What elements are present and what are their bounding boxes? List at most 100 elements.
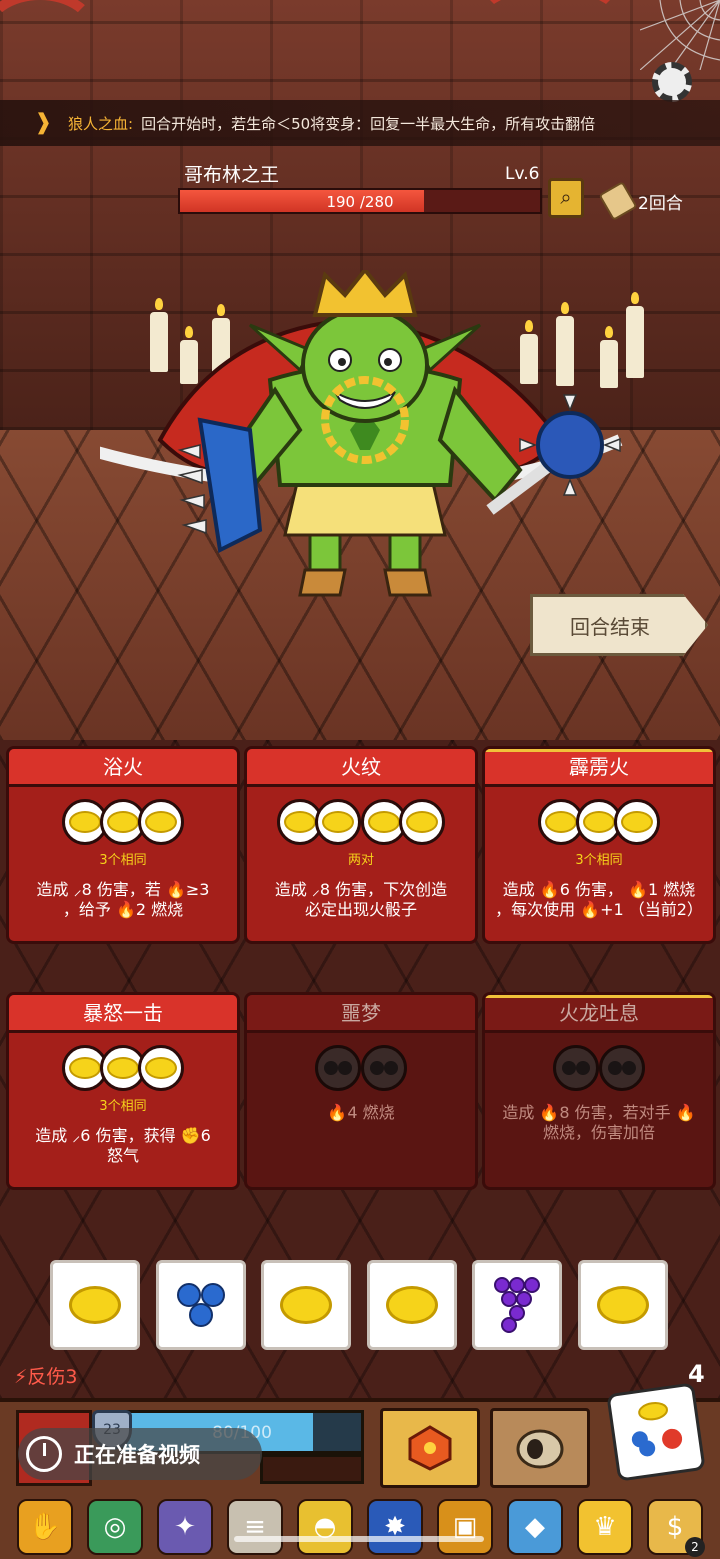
claw-glove-icon[interactable]: ✦ [157,1498,213,1555]
dice-slot[interactable] [315,1045,361,1091]
dice-slot-row [9,799,237,845]
skill-card[interactable]: 火龙吐息 造成 🔥8 伤害，若对手 🔥 燃烧，伤害加倍 [482,992,716,1190]
fire-dice-item-slot[interactable] [380,1408,480,1488]
skill-effect-line2: ，每次使用 🔥+1 （当前2） [495,900,703,919]
lemon-icon [406,811,438,833]
lemon-icon [107,1057,139,1079]
lemon-icon [145,1057,177,1079]
skill-effect-line1: 造成 ⸝8 伤害，若 🔥≥3 [36,880,210,899]
skill-card-title: 暴怒一击 [9,995,237,1033]
grape-icon [494,1277,541,1333]
dice-slot[interactable] [138,799,184,845]
ice-gem-icon[interactable]: ◆ [507,1498,563,1555]
dice-slot[interactable] [361,1045,407,1091]
die-lemon[interactable] [261,1260,352,1350]
lemon-icon [284,811,316,833]
skill-effect-line1: 🔥4 燃烧 [327,1103,395,1122]
skill-effect-line1: 造成 🔥8 伤害，若对手 🔥 [502,1103,696,1122]
dice-slot-row [485,1045,713,1091]
end-turn-button[interactable]: 回合结束 [530,594,708,656]
lemon-icon [107,811,139,833]
pot-icon [516,1429,564,1469]
skill-card-title: 火龙吐息 [485,995,713,1033]
relic-bar: ✋ ◎ ✦ ≡ ◓ ✸ ▣ ◆ ♛ $2 [0,1494,720,1559]
lemon-icon [69,811,101,833]
lemon-icon [545,811,577,833]
battle-scene: ❱ 狼人之血: 回合开始时，若生命＜50将变身：回复一半最大生命，所有攻击翻倍 … [0,0,720,740]
coin-bag-icon[interactable]: $2 [647,1498,705,1557]
lemon-icon [583,811,615,833]
status-effect-name: 狼人之血: [68,114,134,133]
enemy-name: 哥布林之王 [184,164,280,186]
skill-card[interactable]: 噩梦 🔥4 燃烧 [244,992,478,1190]
lemon-icon [69,1286,121,1324]
video-preparing-label: 正在准备视频 [74,1443,200,1467]
skill-card-title: 火纹 [247,749,475,787]
lemon-icon [621,811,653,833]
clock-icon [26,1436,62,1472]
empty-slot-icon [324,1061,338,1075]
skill-card-title: 霹雳火 [485,749,713,787]
skill-effect-line1: 造成 ⸝6 伤害，获得 ✊6 [35,1126,211,1145]
skill-card-title: 噩梦 [247,995,475,1033]
skill-card[interactable]: 霹雳火 3个相同 造成 🔥6 伤害， 🔥1 燃烧 ，每次使用 🔥+1 （当前2） [482,746,716,944]
fang-icon: ❱ [34,110,53,135]
skill-card[interactable]: 火纹两对造成 ⸝8 伤害，下次创造 必定出现火骰子 [244,746,478,944]
roll-dice-button[interactable] [606,1382,706,1482]
gold-helmet-icon[interactable]: ◓ [297,1498,353,1555]
enemy-level: Lv.6 [505,164,540,184]
round-label: 2回合 [638,193,683,214]
dice-slot[interactable] [399,799,445,845]
skill-condition: 3个相同 [99,1099,147,1114]
lemon-icon [368,811,400,833]
die-lemon[interactable] [50,1260,140,1350]
video-preparing-toast: 正在准备视频 [18,1428,262,1480]
scroll-icon[interactable]: ≡ [227,1498,283,1555]
fire-dice-icon [408,1425,452,1471]
dice-slot[interactable] [553,1045,599,1091]
thorns-status: ⚡反伤3 [14,1366,78,1388]
spiked-ball-icon[interactable]: ✸ [367,1498,423,1555]
fire-hand-icon[interactable]: ✋ [17,1498,73,1555]
remaining-dice-count: 4 [688,1360,705,1388]
crown-icon[interactable]: ♛ [577,1498,633,1555]
inspect-enemy-button[interactable]: ⌕ [548,178,584,218]
pot-item-slot[interactable] [490,1408,590,1488]
die-grape[interactable] [472,1260,563,1350]
dice-slot[interactable] [614,799,660,845]
blueberry-icon [175,1281,227,1329]
die-blueberry[interactable] [155,1260,246,1350]
lemon-icon [322,811,354,833]
skill-card-title: 浴火 [9,749,237,787]
dice-slot[interactable] [315,799,361,845]
skill-card[interactable]: 浴火 3个相同 造成 ⸝8 伤害，若 🔥≥3 ，给予 🔥2 燃烧 [6,746,240,944]
skill-effect-line1: 造成 🔥6 伤害， 🔥1 燃烧 [502,880,696,899]
goblin-king-boss[interactable] [100,270,630,600]
status-effect-description: 回合开始时，若生命＜50将变身：回复一半最大生命，所有攻击翻倍 [141,114,596,133]
player-rage-bar [260,1454,364,1484]
dice-slot-row [485,799,713,845]
die-lemon[interactable] [578,1260,668,1350]
turtle-shell-icon[interactable]: ◎ [87,1498,143,1555]
fruit-dice-icon [631,1402,683,1457]
skill-effect-line2: 怒气 [106,1146,139,1165]
dice-slot[interactable] [138,1045,184,1091]
armor-icon[interactable]: ▣ [437,1498,493,1555]
skill-condition: 两对 [347,853,374,868]
dice-slot-row [9,1045,237,1091]
settings-gear-icon[interactable] [652,62,692,102]
round-counter: 2回合 [598,181,683,221]
home-indicator[interactable] [234,1536,484,1542]
lemon-icon [145,811,177,833]
lemon-icon [385,1286,438,1324]
skill-card[interactable]: 暴怒一击 3个相同造成 ⸝6 伤害，获得 ✊6 怒气 [6,992,240,1190]
lemon-icon [69,1057,101,1079]
dice-slot[interactable] [599,1045,645,1091]
skill-effect-line2: ，给予 🔥2 燃烧 [62,900,184,919]
die-lemon[interactable] [366,1260,457,1350]
skill-effect-line1: 造成 ⸝8 伤害，下次创造 [274,880,448,899]
spider-web-decoration [640,0,720,70]
lemon-icon [280,1286,333,1324]
skill-effect-line2: 必定出现火骰子 [304,900,417,919]
enemy-hp-bar: 190 /280 [178,188,542,214]
